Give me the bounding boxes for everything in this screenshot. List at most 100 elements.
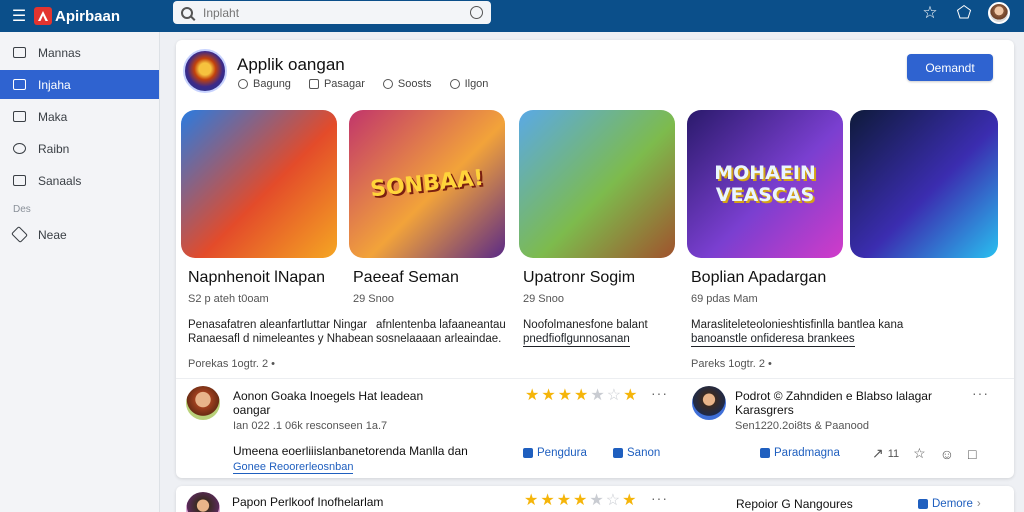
game-thumbnail[interactable]: MOHAEIN VEASCAS — [687, 110, 843, 258]
hamburger-menu-icon[interactable]: ☰ — [4, 0, 34, 32]
tag-icon — [11, 226, 28, 243]
review-action-button[interactable]: Demore › — [918, 498, 981, 510]
review-action-button[interactable]: Pengdura — [523, 447, 587, 459]
sidebar-item-label: Sanaals — [38, 173, 82, 188]
window-icon — [13, 111, 26, 122]
search-input[interactable] — [203, 5, 470, 20]
divider — [176, 378, 1014, 379]
desc-link[interactable]: pnedfioflgunnosanan — [523, 332, 630, 347]
game-footer: Pareks 1ogtr. 2 • — [691, 358, 772, 370]
emoji-icon[interactable]: ☺ — [940, 446, 954, 462]
game-thumbnail[interactable] — [181, 110, 337, 258]
circle-icon — [382, 79, 393, 89]
meta-label: Soosts — [397, 78, 432, 90]
desc-line: Ranaesafl d nimeleantes y Nhabean — [188, 333, 374, 345]
game-subtitle: 69 pdas Mam — [691, 293, 758, 305]
app-title: Applik oangan — [237, 55, 345, 74]
action-label: Demore — [932, 498, 973, 510]
more-options-icon[interactable]: ··· — [651, 490, 668, 506]
info-icon — [238, 79, 248, 89]
sidebar-item-sanaals[interactable]: Sanaals — [0, 166, 159, 195]
reviewer-avatar[interactable] — [692, 386, 726, 420]
review-card: Papon Perlkoof Inofhelarlam ★★★★★☆★ ··· … — [176, 486, 1014, 512]
pentagon-icon[interactable]: ⬠ — [954, 3, 974, 23]
thumbs-up-icon — [613, 448, 623, 458]
sidebar-item-neae[interactable]: Neae — [0, 220, 159, 249]
review-action-button[interactable]: Sanon — [613, 447, 660, 459]
game-description: afnlentenba lafaaneantau sosnelaaaan arl… — [376, 318, 516, 346]
sidebar-item-label: Mannas — [38, 45, 81, 60]
review-text: Umeena eoerliiislanbanetorenda Manlla da… — [233, 444, 468, 458]
reviewer-avatar[interactable] — [186, 492, 220, 512]
app-meta: Bagung Pasagar Soosts Ilgon — [238, 78, 488, 90]
game-thumbnail[interactable] — [519, 110, 675, 258]
sidebar-section-label: Des — [13, 203, 31, 215]
more-options-icon[interactable]: ··· — [972, 385, 989, 401]
meta-label: Bagung — [253, 78, 291, 90]
sidebar-item-maka[interactable]: Maka — [0, 102, 159, 131]
meta-item[interactable]: Bagung — [238, 78, 291, 90]
game-subtitle: S2 p ateh t0oam — [188, 293, 269, 305]
reviewer-name-line: Podrot © Zahndiden e Blabso lalagar — [735, 389, 932, 403]
more-options-icon[interactable]: ··· — [651, 385, 668, 401]
star-icon[interactable]: ☆ — [913, 445, 926, 462]
document-icon — [13, 175, 26, 186]
game-title[interactable]: Napnhenoit lNapan — [188, 269, 325, 287]
desc-line: Penasafatren aleanfartluttar Ningar — [188, 319, 367, 331]
review-icon-actions: ↗ 11 ☆ ☺ □ — [872, 445, 976, 462]
reviewer-name-line: oangar — [233, 403, 271, 417]
brand-logo-icon — [34, 7, 52, 25]
action-label: Sanon — [627, 447, 661, 459]
action-label: Pengdura — [537, 447, 587, 459]
thumbnail-text — [850, 176, 997, 191]
desc-line: Marasliteleteolonieshtisfinlla bantlea k… — [691, 319, 904, 331]
sidebar-item-injaha[interactable]: Injaha — [0, 70, 159, 99]
share-count: 11 — [887, 447, 900, 460]
game-title[interactable]: Paeeaf Seman — [353, 269, 459, 287]
thumbnail-text — [519, 176, 674, 192]
action-label: Paradmagna — [774, 447, 840, 459]
share-icon[interactable]: ↗ — [872, 445, 884, 462]
meta-label: Pasagar — [323, 78, 365, 90]
meta-item[interactable]: Ilgon — [449, 78, 489, 90]
review-action-button[interactable]: Paradmagna — [760, 447, 840, 459]
game-subtitle: 29 Snoo — [353, 293, 394, 305]
sidebar-item-label: Maka — [38, 109, 68, 124]
thumbnail-text — [181, 176, 336, 192]
star-icon[interactable]: ☆ — [920, 3, 940, 23]
game-title[interactable]: Boplian Apadargan — [691, 269, 826, 287]
rating-stars: ★★★★★☆★ — [524, 492, 639, 509]
voice-search-icon[interactable] — [470, 6, 483, 19]
game-thumbnail[interactable]: SONBAA! — [349, 110, 505, 258]
primary-action-button[interactable]: Oemandt — [907, 54, 993, 81]
brand[interactable]: Apirbaan — [34, 7, 120, 25]
game-title[interactable]: Upatronr Sogim — [523, 269, 635, 287]
game-thumbnail[interactable] — [850, 110, 998, 258]
reviewer-name: Podrot © Zahndiden e Blabso lalagar Kara… — [735, 389, 955, 417]
search-bar[interactable] — [173, 1, 491, 24]
user-avatar[interactable] — [988, 2, 1010, 24]
reviewer-name: Aonon Goaka Inoegels Hat leadean oangar — [233, 389, 463, 417]
search-icon — [181, 6, 193, 19]
desc-link[interactable]: banoanstle onfideresa brankees — [691, 332, 855, 347]
comment-icon[interactable]: □ — [968, 446, 976, 462]
check-icon — [523, 448, 533, 458]
meta-item[interactable]: Soosts — [382, 78, 432, 90]
cloud-icon — [449, 79, 460, 89]
game-description: Penasafatren aleanfartluttar Ningar Rana… — [188, 318, 378, 346]
meta-label: Ilgon — [464, 78, 489, 90]
sidebar-item-mannas[interactable]: Mannas — [0, 38, 159, 67]
review-date: Ian 022 .1 06k resconseen 1a.7 — [233, 420, 388, 432]
reviewer-name: Papon Perlkoof Inofhelarlam — [232, 495, 384, 509]
square-icon — [308, 79, 319, 89]
thumbnail-text: SONBAA! — [369, 165, 485, 203]
meta-item[interactable]: Pasagar — [308, 78, 365, 90]
thumbnail-text: MOHAEIN VEASCAS — [714, 162, 816, 206]
sidebar: Mannas Injaha Maka Raibn Sanaals Des Nea… — [0, 32, 160, 512]
reviewer-avatar[interactable] — [186, 386, 220, 420]
review-link[interactable]: Gonee Reoorerleosnban — [233, 461, 354, 474]
app-icon — [183, 49, 227, 93]
sidebar-item-raibn[interactable]: Raibn — [0, 134, 159, 163]
review-meta-text: Repoior G Nangoures — [736, 497, 853, 511]
sidebar-item-label: Neae — [38, 227, 67, 242]
